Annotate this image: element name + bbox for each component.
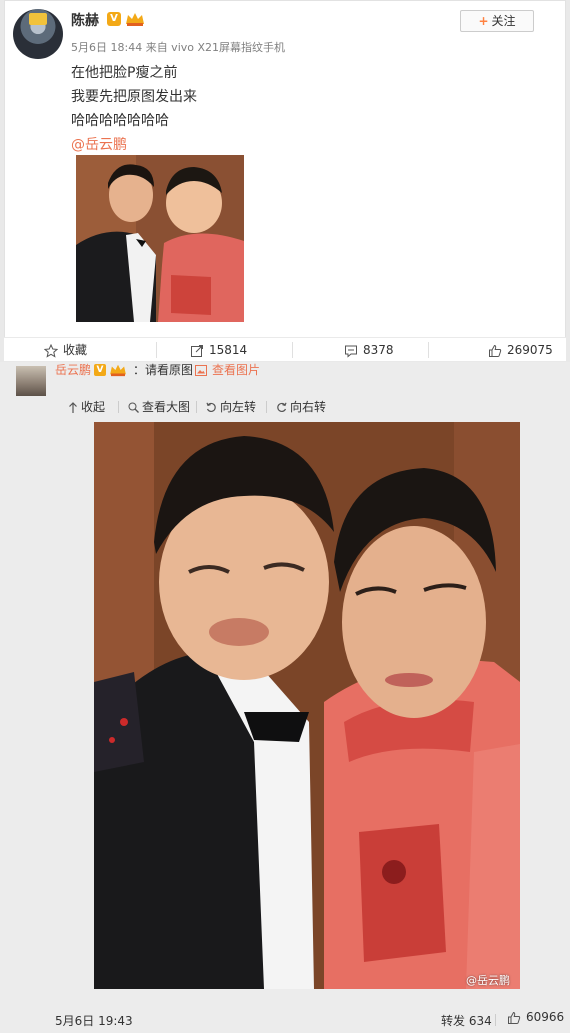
- verified-badge-icon: V: [107, 12, 121, 26]
- like-button[interactable]: 269075: [488, 338, 553, 362]
- comment-like-button[interactable]: 60966: [507, 1010, 564, 1025]
- divider: [495, 1014, 496, 1026]
- favorite-button[interactable]: 收藏: [44, 338, 87, 362]
- divider: [156, 342, 157, 358]
- post-meta: 5月6日 18:44 来自 vivo X21屏幕指纹手机: [71, 41, 286, 54]
- search-icon: [128, 402, 139, 413]
- post-text-line: 在他把脸P瘦之前: [71, 65, 178, 81]
- comment-button[interactable]: 8378: [344, 338, 394, 362]
- commenter-avatar[interactable]: [16, 366, 46, 396]
- post-text-line: 哈哈哈哈哈哈哈: [71, 113, 169, 129]
- rotate-right-icon: [277, 402, 287, 413]
- thumbs-up-icon: [508, 1011, 521, 1024]
- member-crown-icon: [110, 364, 126, 377]
- comment-text: ：请看原图: [133, 363, 194, 377]
- star-icon: [44, 343, 58, 358]
- follow-button[interactable]: + 关注: [460, 10, 534, 32]
- post-text: 在他把脸P瘦之前 我要先把原图发出来 哈哈哈哈哈哈哈 @岳云鹏: [71, 61, 197, 157]
- collapse-label: 收起: [81, 400, 106, 414]
- divider: [266, 401, 267, 413]
- rotate-right-label: 向右转: [290, 400, 327, 414]
- comment-like-count: 60966: [526, 1010, 565, 1024]
- member-crown-icon: [126, 13, 144, 26]
- repost-button[interactable]: 15814: [190, 338, 247, 362]
- repost-icon: [191, 344, 203, 357]
- comment-count: 8378: [363, 343, 394, 357]
- commenter-name[interactable]: 岳云鹏: [55, 362, 91, 378]
- comment-large-photo[interactable]: [94, 422, 520, 989]
- view-image-link[interactable]: 查看图片: [195, 362, 260, 378]
- comment-expanded: 岳云鹏 V ：请看原图 查看图片 收起 查看大图 向左转 向右转 @岳云鹏 5月…: [0, 362, 570, 1033]
- weibo-post-card: 陈赫 V + 关注 5月6日 18:44 来自 vivo X21屏幕指纹手机 在他…: [4, 0, 566, 360]
- photo-watermark: @岳云鹏: [466, 974, 510, 987]
- rotate-right-button[interactable]: 向右转: [276, 398, 326, 416]
- comment-date: 5月6日 19:43: [55, 1014, 133, 1028]
- comment-footer: 5月6日 19:43 转发 634 60966: [0, 1006, 570, 1032]
- view-image-label: 查看图片: [212, 363, 261, 377]
- collapse-button[interactable]: 收起: [68, 398, 105, 416]
- image-icon: [195, 365, 207, 376]
- divider: [292, 342, 293, 358]
- repost-count: 15814: [209, 343, 248, 357]
- like-count: 269075: [507, 343, 553, 357]
- rotate-left-icon: [206, 402, 216, 413]
- verified-badge-icon: V: [94, 364, 106, 376]
- post-action-bar: 收藏 15814 8378 269075: [4, 337, 566, 361]
- divider: [196, 401, 197, 413]
- follow-label: 关注: [491, 14, 516, 28]
- favorite-label: 收藏: [63, 343, 88, 357]
- author-avatar[interactable]: [13, 9, 63, 59]
- forward-count-link[interactable]: 转发 634: [441, 1012, 492, 1029]
- view-large-label: 查看大图: [142, 400, 191, 414]
- post-text-line: 我要先把原图发出来: [71, 89, 197, 105]
- thumbs-up-icon: [489, 344, 502, 357]
- plus-icon: +: [478, 14, 489, 28]
- mention-link[interactable]: @岳云鹏: [71, 133, 197, 157]
- rotate-left-label: 向左转: [220, 400, 257, 414]
- author-name[interactable]: 陈赫: [71, 10, 99, 30]
- arrow-up-icon: [69, 401, 77, 413]
- rotate-left-button[interactable]: 向左转: [206, 398, 256, 416]
- post-photo-thumbnail[interactable]: [76, 155, 244, 322]
- divider: [428, 342, 429, 358]
- divider: [118, 401, 119, 413]
- view-large-button[interactable]: 查看大图: [128, 398, 190, 416]
- comment-icon: [345, 345, 357, 358]
